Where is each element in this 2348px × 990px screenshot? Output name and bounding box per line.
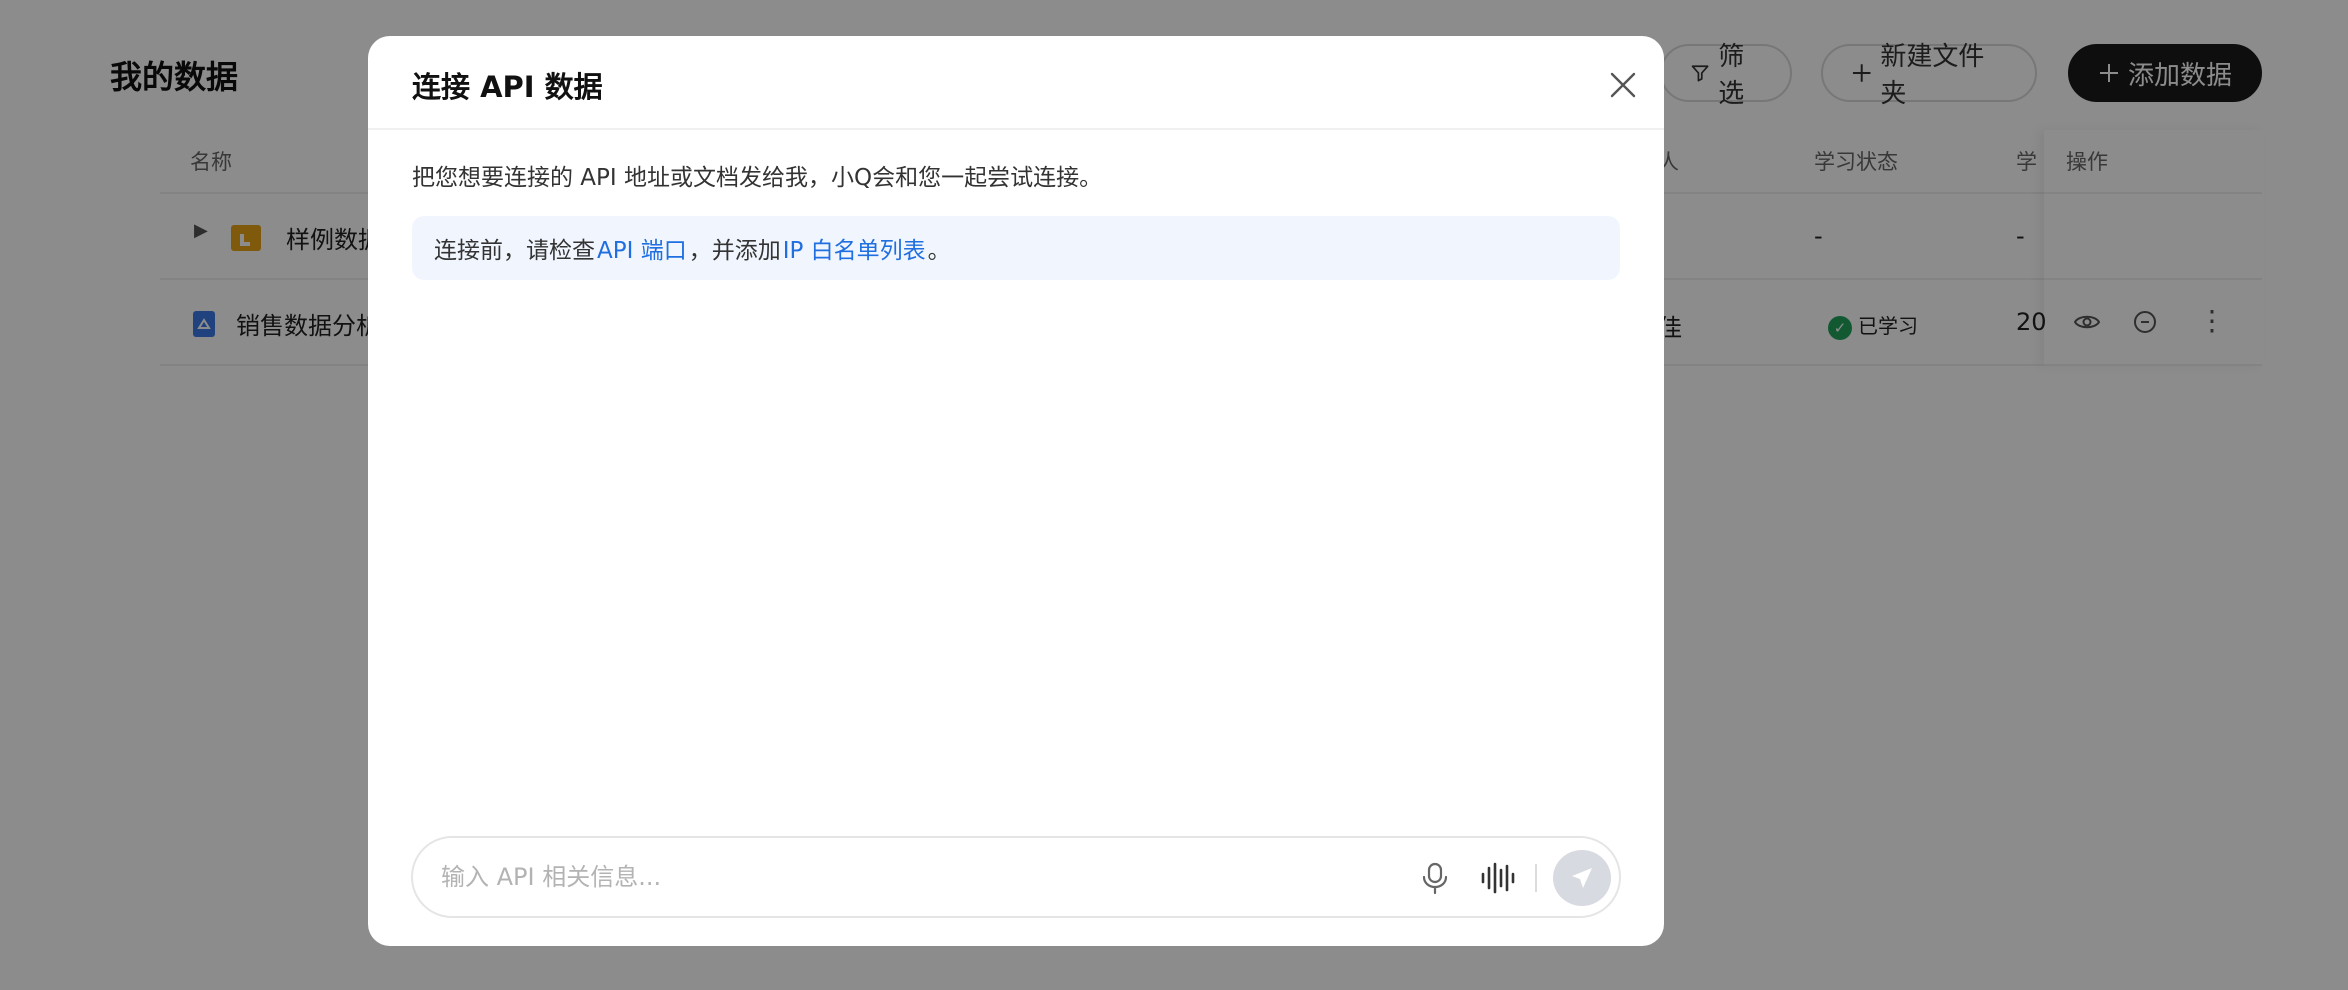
api-info-input[interactable]	[441, 854, 1381, 900]
modal-header: 连接 API 数据	[368, 36, 1664, 130]
send-button[interactable]	[1553, 850, 1611, 906]
send-icon	[1572, 868, 1592, 888]
voice-wave-icon[interactable]	[1479, 860, 1519, 896]
chat-input-bar	[411, 836, 1621, 918]
ip-whitelist-link[interactable]: IP 白名单列表	[783, 231, 926, 265]
input-divider	[1535, 864, 1537, 892]
connection-notice: 连接前，请检查 API 端口 ，并添加 IP 白名单列表 。	[412, 216, 1620, 280]
microphone-icon[interactable]	[1417, 860, 1453, 896]
notice-suffix: 。	[927, 238, 951, 264]
api-port-link[interactable]: API 端口	[597, 231, 687, 265]
connect-api-modal: 连接 API 数据 把您想要连接的 API 地址或文档发给我，小Q会和您一起尝试…	[368, 36, 1664, 946]
notice-middle: ，并添加	[688, 238, 781, 264]
close-icon[interactable]	[1608, 70, 1638, 100]
modal-title: 连接 API 数据	[412, 70, 603, 104]
notice-prefix: 连接前，请检查	[434, 238, 595, 264]
modal-description: 把您想要连接的 API 地址或文档发给我，小Q会和您一起尝试连接。	[412, 165, 1103, 191]
